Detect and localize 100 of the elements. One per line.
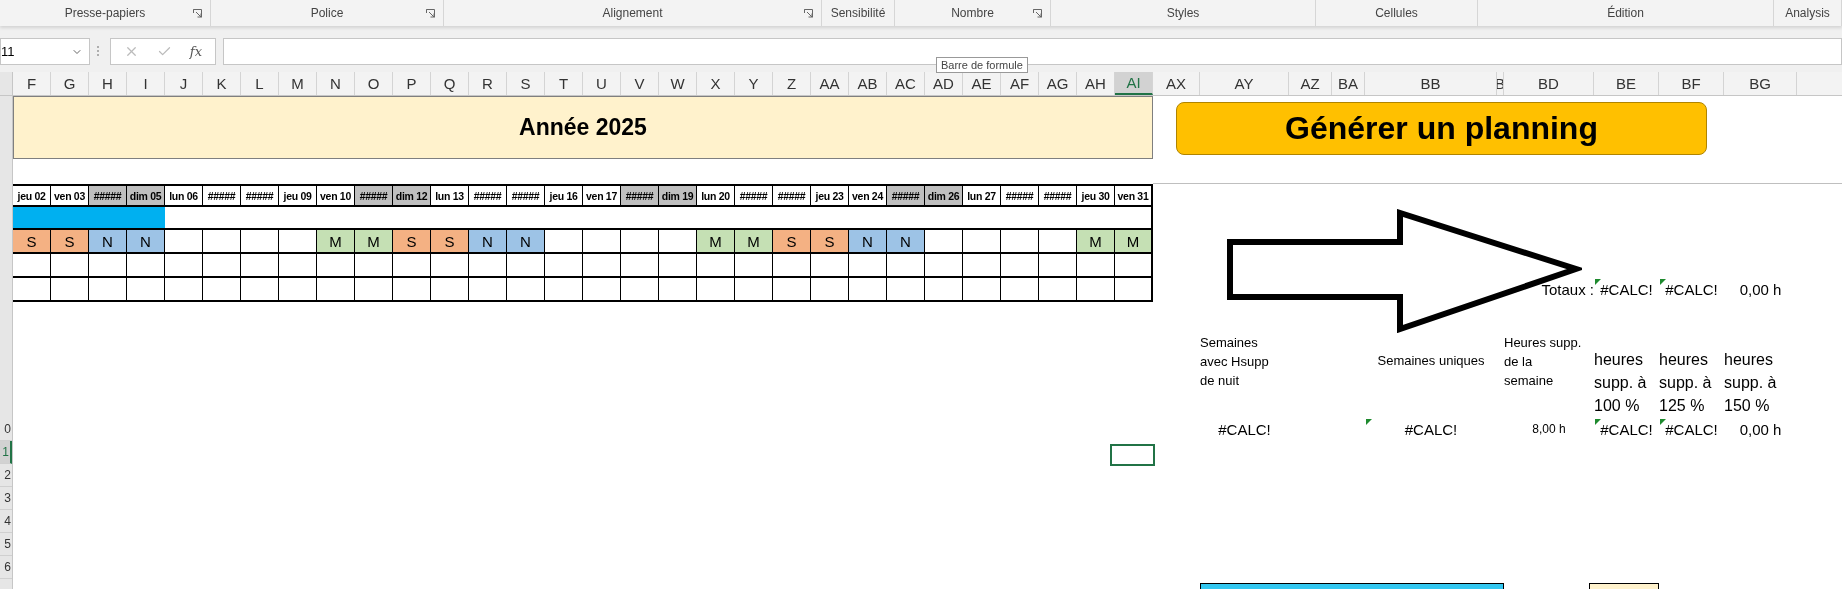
column-header[interactable]: W xyxy=(659,72,697,95)
date-cell: ven 17 xyxy=(583,184,621,207)
column-header[interactable]: Z xyxy=(773,72,811,95)
dialog-launcher-icon[interactable] xyxy=(426,9,435,18)
table-cell xyxy=(773,254,811,278)
column-header[interactable]: AG xyxy=(1039,72,1077,95)
shift-cell: M xyxy=(697,230,735,254)
column-header[interactable]: BG xyxy=(1724,72,1797,95)
table-cell xyxy=(697,278,735,302)
table-cell xyxy=(545,254,583,278)
table-cell xyxy=(165,278,203,302)
column-header[interactable]: BB xyxy=(1365,72,1497,95)
table-cell xyxy=(621,254,659,278)
column-header[interactable]: BE xyxy=(1594,72,1659,95)
column-header[interactable]: AB xyxy=(849,72,887,95)
column-header[interactable]: X xyxy=(697,72,735,95)
column-header[interactable]: AF xyxy=(1001,72,1039,95)
summary-header: heures supp. à 150 % xyxy=(1724,350,1778,417)
generate-planning-button[interactable]: Générer un planning xyxy=(1176,102,1707,155)
table-cell xyxy=(203,278,241,302)
column-header[interactable]: G xyxy=(51,72,89,95)
table-cell xyxy=(849,278,887,302)
column-header[interactable]: Y xyxy=(735,72,773,95)
shift-cell: M xyxy=(1115,230,1153,254)
column-header[interactable]: BA xyxy=(1332,72,1365,95)
shift-cell: N xyxy=(507,230,545,254)
shift-cell: N xyxy=(469,230,507,254)
date-cell: dim 26 xyxy=(925,184,963,207)
ribbon-group-label: Alignement xyxy=(602,6,663,20)
error-indicator-icon xyxy=(1660,419,1666,425)
table-cell xyxy=(659,254,697,278)
column-header[interactable]: N xyxy=(317,72,355,95)
selected-cell[interactable] xyxy=(1110,444,1155,466)
table-cell xyxy=(887,254,925,278)
column-header[interactable]: M xyxy=(279,72,317,95)
table-cell xyxy=(431,254,469,278)
column-header[interactable]: BD xyxy=(1504,72,1594,95)
dialog-launcher-icon[interactable] xyxy=(1033,9,1042,18)
column-header[interactable]: AI xyxy=(1115,72,1153,95)
date-cell: dim 19 xyxy=(659,184,697,207)
dialog-launcher-icon[interactable] xyxy=(804,9,813,18)
column-header[interactable]: O xyxy=(355,72,393,95)
column-header[interactable]: I xyxy=(127,72,165,95)
column-header[interactable]: V xyxy=(621,72,659,95)
table-cell xyxy=(13,278,51,302)
table-cell xyxy=(469,278,507,302)
drag-handle-icon[interactable] xyxy=(96,45,100,57)
column-header[interactable]: AC xyxy=(887,72,925,95)
column-header[interactable]: T xyxy=(545,72,583,95)
summary-header: heures supp. à 125 % xyxy=(1659,350,1713,417)
totals-label: Totaux : xyxy=(1540,280,1594,301)
table-cell xyxy=(583,278,621,302)
column-header[interactable]: H xyxy=(89,72,127,95)
summary-value: #CALC! xyxy=(1659,418,1724,442)
summary-value: 8,00 h xyxy=(1531,421,1567,439)
table-cell xyxy=(925,254,963,278)
shift-cell: S xyxy=(51,230,89,254)
dialog-launcher-icon[interactable] xyxy=(193,9,202,18)
column-header[interactable]: F xyxy=(13,72,51,95)
column-header[interactable]: AD xyxy=(925,72,963,95)
date-cell: ven 03 xyxy=(51,184,89,207)
ribbon-group-label: Styles xyxy=(1166,6,1200,20)
table-cell xyxy=(89,254,127,278)
row-header[interactable]: 1 xyxy=(0,441,12,464)
shift-cell: S xyxy=(393,230,431,254)
date-cell: ##### xyxy=(89,184,127,207)
column-header[interactable]: BF xyxy=(1659,72,1724,95)
shift-cell: S xyxy=(811,230,849,254)
column-header[interactable]: AY xyxy=(1200,72,1289,95)
column-header[interactable]: AE xyxy=(963,72,1001,95)
totals-value: 0,00 h xyxy=(1738,280,1783,301)
name-box[interactable]: 11 xyxy=(0,38,90,65)
insert-function-button[interactable]: fx xyxy=(189,44,202,59)
column-header[interactable]: Q xyxy=(431,72,469,95)
table-cell xyxy=(1077,254,1115,278)
column-header[interactable]: S xyxy=(507,72,545,95)
totals-value: #CALC! xyxy=(1594,278,1659,302)
table-cell xyxy=(963,278,1001,302)
column-header[interactable]: L xyxy=(241,72,279,95)
ribbon-group-label: Police xyxy=(310,6,344,20)
date-cell: ##### xyxy=(735,184,773,207)
column-header[interactable]: AZ xyxy=(1289,72,1332,95)
column-header[interactable]: K xyxy=(203,72,241,95)
table-cell xyxy=(849,254,887,278)
date-cell: ven 24 xyxy=(849,184,887,207)
table-cell xyxy=(1001,278,1039,302)
table-cell xyxy=(203,254,241,278)
select-all-corner[interactable] xyxy=(0,72,13,95)
shift-cell: S xyxy=(431,230,469,254)
column-header[interactable]: P xyxy=(393,72,431,95)
column-header[interactable]: U xyxy=(583,72,621,95)
table-cell xyxy=(355,254,393,278)
shift-cell: N xyxy=(89,230,127,254)
date-cell: ##### xyxy=(1039,184,1077,207)
column-header[interactable]: J xyxy=(165,72,203,95)
table-cell xyxy=(317,254,355,278)
column-header[interactable]: AA xyxy=(811,72,849,95)
table-cell xyxy=(279,254,317,278)
column-header[interactable]: AX xyxy=(1153,72,1200,95)
column-header[interactable]: R xyxy=(469,72,507,95)
